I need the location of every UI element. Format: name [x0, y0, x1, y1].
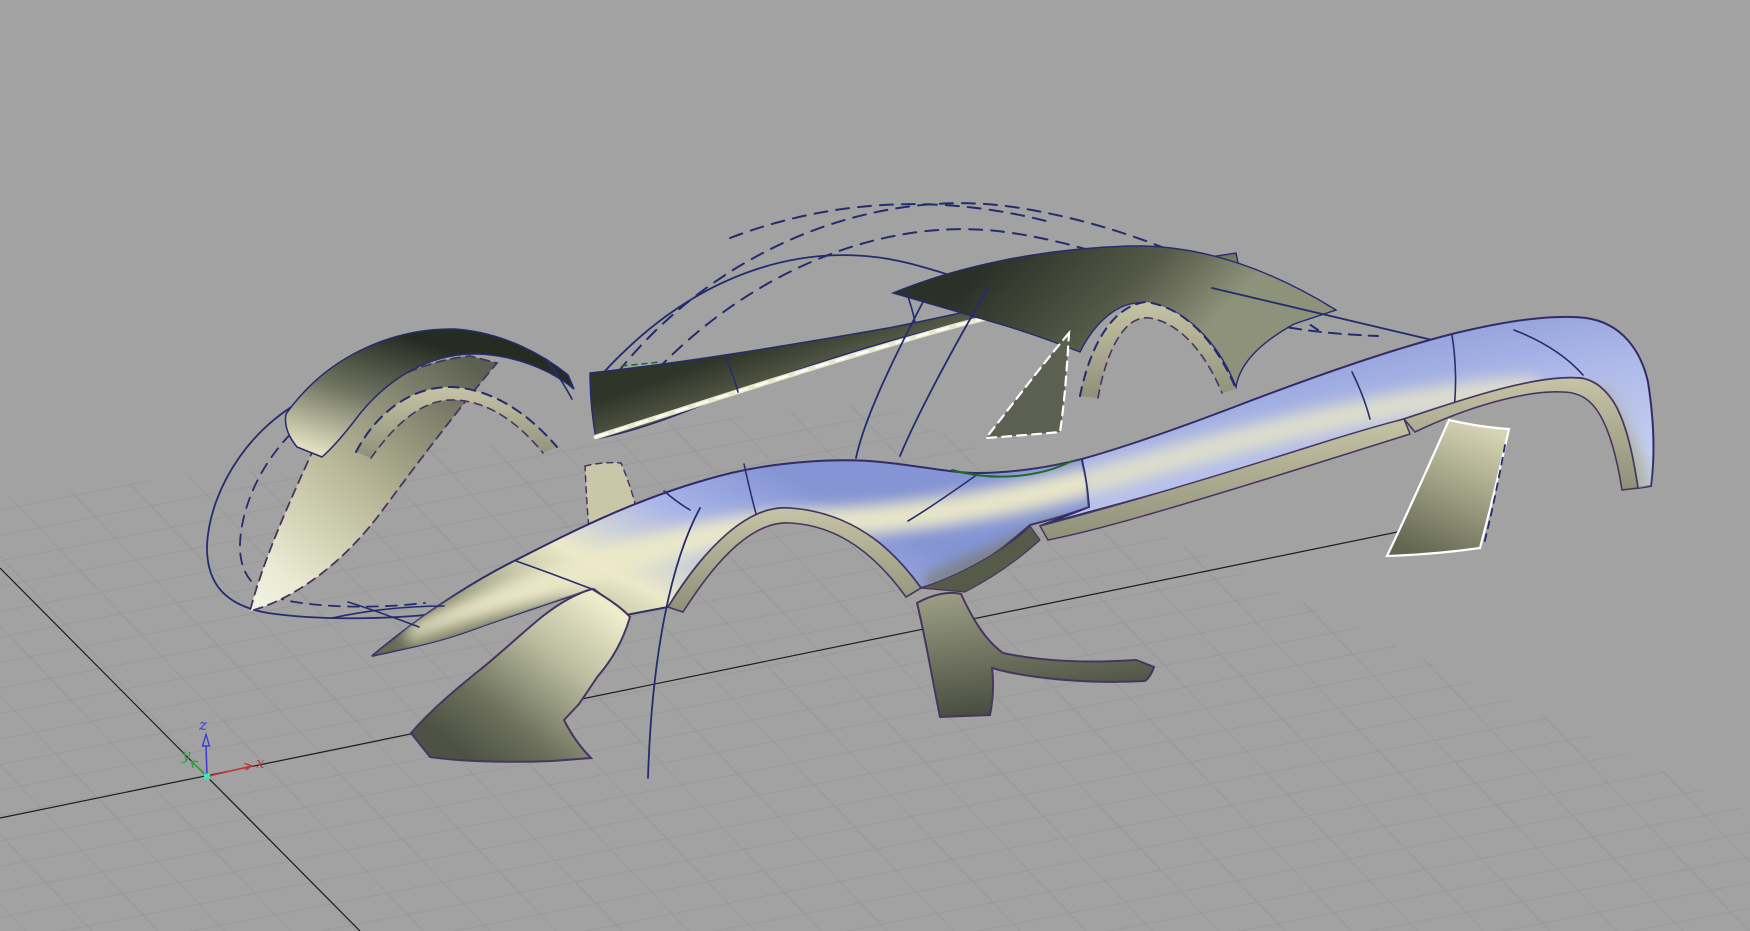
x-axis-label: x	[256, 754, 265, 772]
z-axis-arrow	[206, 746, 207, 776]
z-axis-label: z	[198, 716, 207, 734]
cad-viewport: x y z	[0, 0, 1750, 931]
origin-point-marker	[204, 774, 210, 780]
y-axis-label: y	[181, 746, 191, 764]
viewport-canvas[interactable]: x y z	[0, 0, 1750, 931]
